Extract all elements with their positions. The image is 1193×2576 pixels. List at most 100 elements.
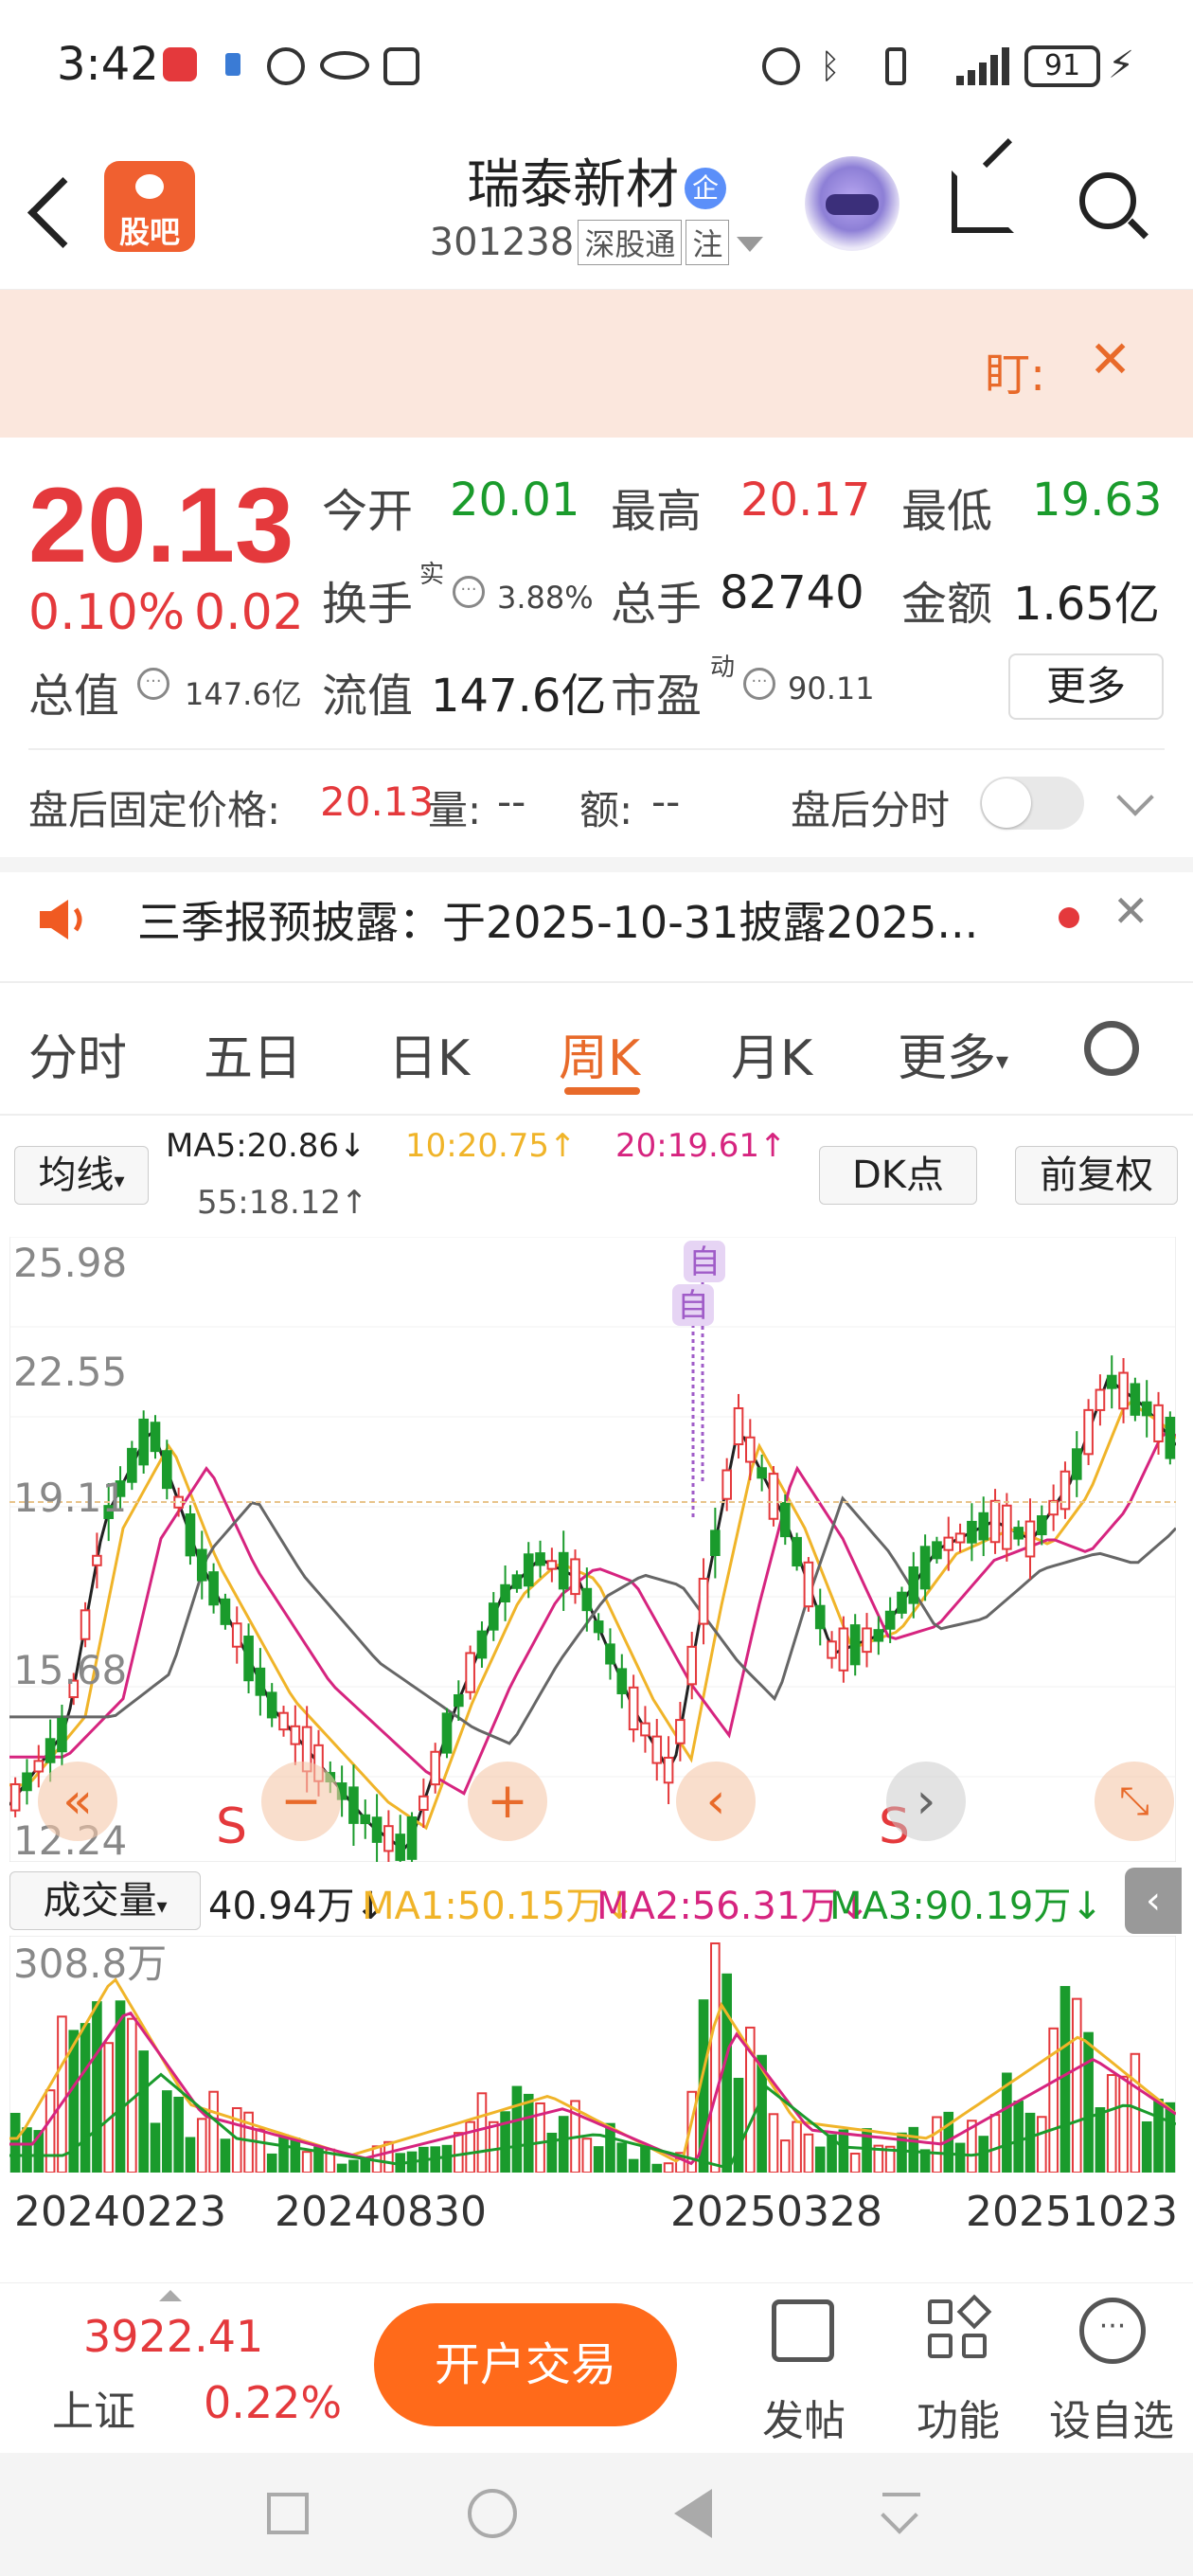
index-change[interactable]: 0.22%: [204, 2377, 342, 2428]
back-nav-icon[interactable]: [674, 2489, 712, 2538]
candle-body: [827, 1640, 837, 1659]
assistant-avatar[interactable]: [805, 156, 899, 251]
stock-title[interactable]: 瑞泰新材企: [398, 142, 795, 219]
candle-body: [523, 1553, 534, 1587]
add-watchlist-label[interactable]: 设自选: [1049, 2387, 1174, 2447]
scroll-left-icon[interactable]: ‹: [676, 1762, 756, 1841]
candle-body: [803, 1561, 814, 1608]
tab-five-day[interactable]: 五日: [204, 1018, 302, 1089]
turnover-sup: 实: [419, 561, 445, 589]
volume-chart[interactable]: 308.8万: [9, 1936, 1176, 2173]
kline-chart[interactable]: 自 自 25.98 22.55 19.11 15.68 12.24 S S: [9, 1237, 1176, 1862]
after-hours-toggle[interactable]: [980, 777, 1084, 830]
candle-body: [33, 1760, 45, 1773]
candle-body: [162, 1450, 172, 1490]
function-label[interactable]: 功能: [917, 2387, 1000, 2447]
candle-body: [593, 1620, 604, 1634]
home-icon[interactable]: [468, 2489, 517, 2538]
volume-bar: [581, 2138, 593, 2173]
volume-value: 40.94万↓: [208, 1885, 387, 1928]
recent-apps-icon[interactable]: [267, 2493, 309, 2534]
dk-point-button[interactable]: DK点: [819, 1146, 977, 1205]
share-icon[interactable]: [952, 170, 1014, 233]
index-value[interactable]: 3922.41: [83, 2311, 263, 2362]
search-icon[interactable]: [1079, 172, 1136, 229]
toggle-knob: [982, 778, 1031, 828]
volume-bar: [1095, 2107, 1106, 2173]
volume-bar: [196, 2118, 207, 2173]
watch-banner[interactable]: 盯: ✕: [0, 290, 1193, 438]
scroll-left-fast-icon[interactable]: «: [38, 1762, 117, 1841]
notice-text[interactable]: 三季报预披露：于2025-10-31披露2025...: [137, 888, 978, 951]
more-button[interactable]: 更多: [1008, 653, 1164, 720]
pe-value: 90.11: [788, 671, 875, 707]
mcap-info-icon[interactable]: ···: [137, 668, 169, 700]
tab-timeshare[interactable]: 分时: [28, 1018, 127, 1089]
post-label[interactable]: 发帖: [762, 2387, 846, 2447]
candle-body: [430, 1750, 440, 1786]
close-icon[interactable]: ✕: [1089, 330, 1131, 389]
index-name[interactable]: 上证: [52, 2377, 135, 2438]
forward-adjust-button[interactable]: 前复权: [1015, 1146, 1178, 1205]
candle-body: [792, 1536, 802, 1567]
fullscreen-icon[interactable]: ⤡: [1095, 1762, 1174, 1841]
zoom-in-icon[interactable]: +: [468, 1762, 547, 1841]
amount-label: 金额: [901, 578, 993, 631]
candle-body: [1083, 1408, 1094, 1456]
tab-daily-k[interactable]: 日K: [388, 1018, 470, 1089]
status-time: 3:42: [57, 38, 159, 91]
candle-body: [768, 1473, 779, 1520]
ma20-value: 20:19.61↑: [615, 1127, 787, 1165]
change-pct: 0.10%: [28, 584, 186, 641]
dropdown-icon: ▾: [114, 1170, 125, 1193]
more-options-icon[interactable]: ···: [1079, 2298, 1146, 2364]
zoom-out-icon[interactable]: −: [261, 1762, 341, 1841]
tab-weekly-k[interactable]: 周K: [559, 1018, 640, 1089]
candle-body: [838, 1627, 849, 1672]
candle-body: [454, 1693, 464, 1708]
hide-keyboard-icon[interactable]: [881, 2493, 920, 2534]
volume-bar: [441, 2144, 453, 2173]
candle-body: [733, 1406, 744, 1446]
stock-code-row[interactable]: 301238 深股通注: [398, 220, 795, 265]
candle-body: [383, 1825, 394, 1852]
indicator-selector[interactable]: 成交量▾: [9, 1871, 201, 1930]
tab-more[interactable]: 更多▾: [898, 1018, 1008, 1089]
pe-info-icon[interactable]: ···: [743, 668, 775, 700]
pe-sup: 动: [710, 653, 736, 682]
candle-body: [814, 1604, 826, 1630]
open-account-trade-button[interactable]: 开户交易: [374, 2303, 677, 2426]
candle-body: [1048, 1499, 1059, 1516]
candle-body: [371, 1816, 383, 1843]
volume-bar: [92, 2001, 102, 2173]
candle-body: [465, 1652, 475, 1693]
chevron-down-icon[interactable]: [1116, 778, 1154, 816]
volume-bar: [779, 2139, 791, 2173]
volume-bar: [814, 2146, 826, 2173]
volume-bar: [488, 2120, 499, 2173]
y-axis-label: 22.55: [13, 1349, 127, 1395]
volume-bar: [792, 2120, 802, 2173]
gear-icon[interactable]: [1084, 1021, 1139, 1076]
ma-selector[interactable]: 均线▾: [14, 1146, 149, 1205]
dropdown-icon: [737, 237, 764, 252]
expand-up-icon[interactable]: [159, 2290, 182, 2301]
collapse-panel-icon[interactable]: ‹: [1125, 1868, 1182, 1934]
date-label: 20250328: [670, 2188, 882, 2236]
turnover-info-icon[interactable]: ···: [453, 576, 485, 608]
candle-body: [721, 1469, 732, 1500]
alarm-icon: [762, 47, 800, 85]
tab-monthly-k[interactable]: 月K: [731, 1018, 812, 1089]
volume-bar: [803, 2133, 814, 2173]
apps-icon[interactable]: [928, 2294, 992, 2362]
notice-close-icon[interactable]: ✕: [1113, 886, 1149, 937]
back-icon[interactable]: [27, 177, 98, 248]
edit-post-icon[interactable]: [772, 2299, 834, 2362]
volume-bar: [266, 2153, 277, 2173]
candle-body: [196, 1548, 207, 1582]
guba-logo[interactable]: 股吧: [104, 161, 195, 252]
candle-body: [1024, 1520, 1036, 1558]
volume-bar: [290, 2138, 301, 2173]
candle-body: [220, 1598, 231, 1625]
scroll-right-icon[interactable]: ›: [886, 1762, 966, 1841]
